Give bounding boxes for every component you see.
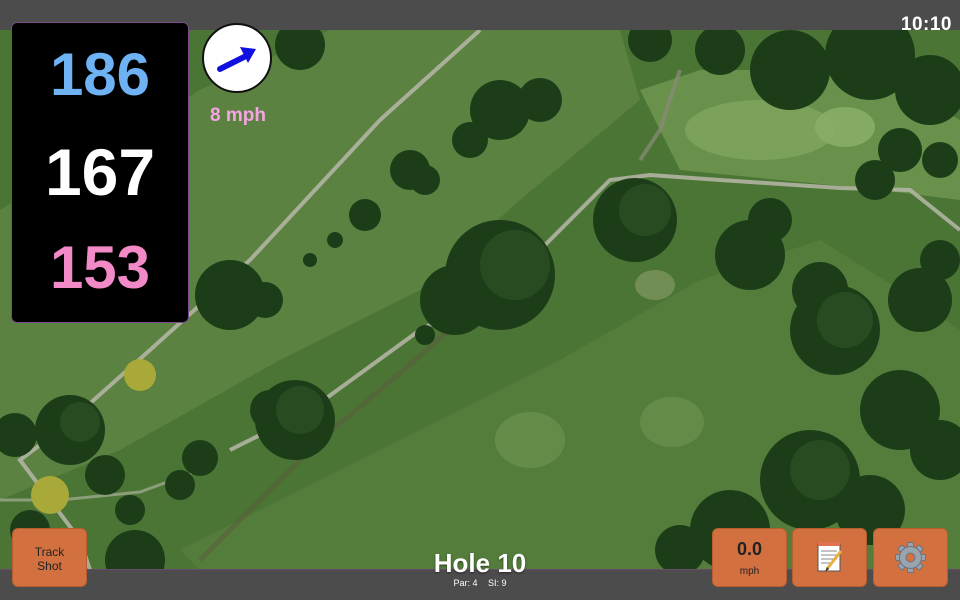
speed-value: 0.0 <box>736 539 763 559</box>
hole-info: Par: 4 SI: 9 <box>380 578 580 588</box>
front-distance: 153 <box>49 234 151 301</box>
speed-unit: mph <box>739 566 760 577</box>
wind-indicator <box>202 23 272 93</box>
middle-distance: 167 <box>44 135 156 209</box>
speed-button[interactable]: 0.0 mph <box>712 528 787 587</box>
back-distance: 186 <box>49 41 151 108</box>
notes-button[interactable] <box>792 528 867 587</box>
gear-icon <box>895 542 926 573</box>
hole-par: Par: 4 <box>453 578 478 588</box>
hole-stroke-index: SI: 9 <box>488 578 507 588</box>
track-shot-label-line1: Track <box>34 545 65 559</box>
track-shot-button[interactable]: Track Shot <box>12 528 87 587</box>
wind-speed-label: 8 mph <box>210 105 266 126</box>
notepad-icon <box>817 542 843 572</box>
hole-title: Hole 10 <box>433 548 527 578</box>
wind-arrow-icon <box>217 47 256 72</box>
distance-panel: 186 167 153 <box>11 22 189 323</box>
settings-button[interactable] <box>873 528 948 587</box>
track-shot-label-line2: Shot <box>37 559 62 573</box>
